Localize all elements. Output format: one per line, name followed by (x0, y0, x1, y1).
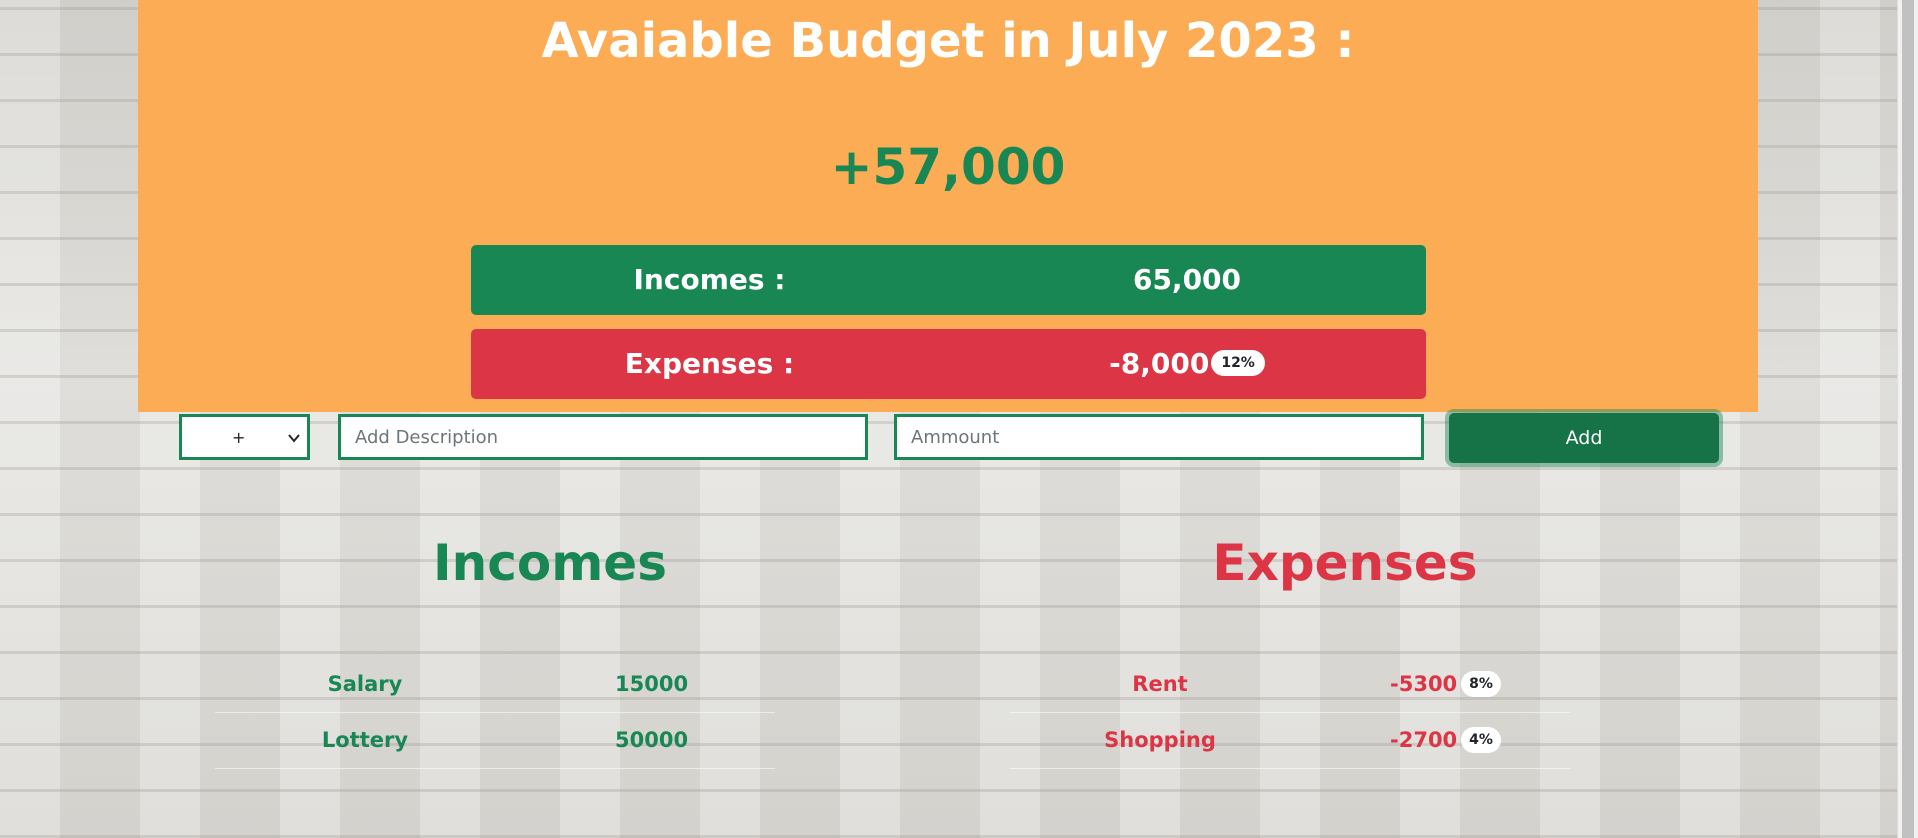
incomes-summary-label: Incomes : (633, 263, 786, 296)
expense-list-item: Shopping -2700 4% (1010, 713, 1570, 769)
type-select-value: + (232, 428, 246, 447)
expense-item-value-wrap: -5300 8% (1390, 657, 1590, 712)
type-select[interactable]: + (179, 414, 310, 460)
vertical-scrollbar[interactable] (1897, 0, 1918, 838)
expenses-percent-badge: 12% (1211, 350, 1265, 376)
income-item-description: Lottery (321, 728, 409, 752)
expenses-summary-value: -8,000 (1109, 347, 1210, 380)
expenses-list: Rent -5300 8% Shopping -2700 4% (1010, 657, 1570, 769)
budget-header: Avaiable Budget in July 2023 : +57,000 I… (138, 0, 1758, 412)
expenses-summary-value-wrap: -8,000 12% (948, 329, 1426, 399)
expense-item-value-wrap: -2700 4% (1390, 713, 1590, 768)
amount-input[interactable] (894, 414, 1424, 460)
expense-item-value: -2700 (1390, 728, 1458, 752)
income-item-value: 15000 (615, 672, 689, 696)
description-input[interactable] (338, 414, 868, 460)
income-list-item: Salary 15000 (215, 657, 775, 713)
incomes-summary: Incomes : 65,000 (471, 245, 1426, 315)
expense-item-value: -5300 (1390, 672, 1458, 696)
expenses-heading: Expenses (1212, 534, 1478, 592)
available-budget-value: +57,000 (830, 138, 1066, 196)
expense-item-description: Rent (1132, 672, 1188, 696)
expenses-summary: Expenses : -8,000 12% (471, 329, 1426, 399)
income-item-description: Salary (327, 672, 403, 696)
page-title: Avaiable Budget in July 2023 : (541, 13, 1355, 69)
income-list-item: Lottery 50000 (215, 713, 775, 769)
incomes-heading: Incomes (433, 534, 667, 592)
scrollbar-thumb[interactable] (1902, 0, 1914, 838)
expense-percent-badge: 8% (1461, 671, 1501, 697)
add-item-form: + Add (0, 413, 1918, 463)
expense-list-item: Rent -5300 8% (1010, 657, 1570, 713)
page: { "header": { "title": "Avaiable Budget … (0, 0, 1918, 838)
expenses-summary-label: Expenses : (624, 347, 795, 380)
chevron-down-icon (288, 434, 300, 443)
expense-percent-badge: 4% (1461, 727, 1501, 753)
income-item-value: 50000 (615, 728, 689, 752)
incomes-list: Salary 15000 Lottery 50000 (215, 657, 775, 769)
incomes-summary-value: 65,000 (1132, 263, 1242, 296)
add-button[interactable]: Add (1449, 413, 1719, 463)
expense-item-description: Shopping (1104, 728, 1216, 752)
